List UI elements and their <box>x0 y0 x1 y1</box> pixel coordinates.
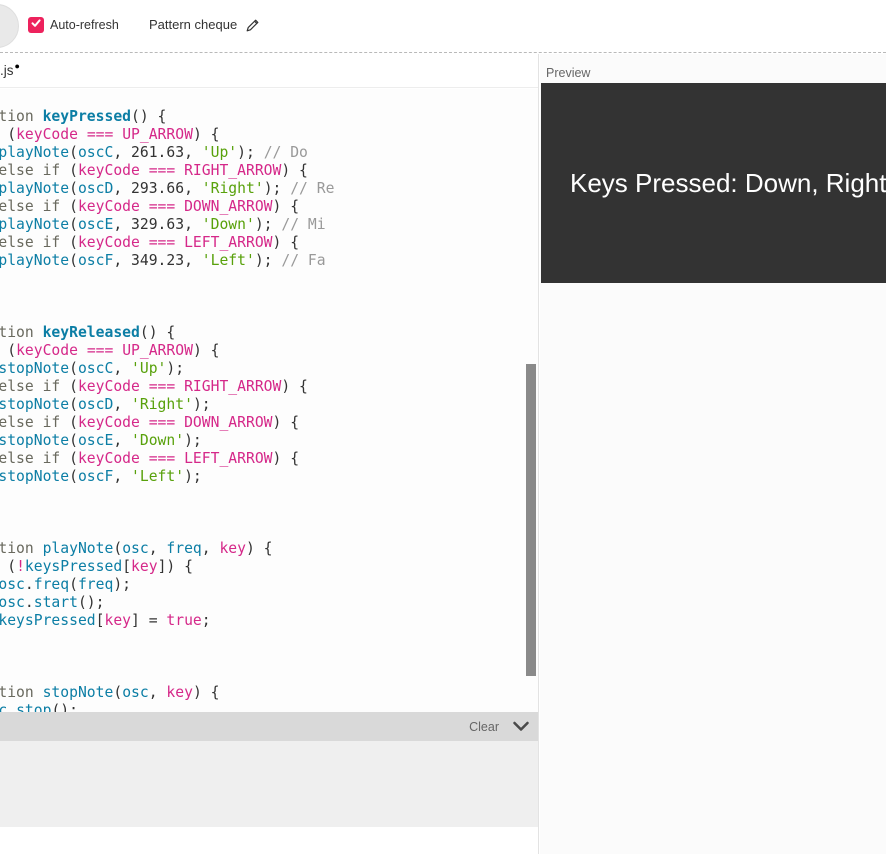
console-collapse-button[interactable] <box>511 720 531 734</box>
canvas-text: Keys Pressed: Down, Right, L <box>570 168 886 199</box>
code-line: playNote(oscC, 261.63, 'Up'); // Do <box>0 144 538 162</box>
code-line: playNote(oscF, 349.23, 'Left'); // Fa <box>0 252 538 270</box>
project-name: Pattern cheque <box>149 17 237 32</box>
sketch-canvas: Keys Pressed: Down, Right, L <box>541 83 886 283</box>
editor-pane: .js● function keyPressed() { if (keyCode… <box>0 54 539 854</box>
code-line: } <box>0 288 538 306</box>
file-tab-bar: .js● <box>0 54 538 88</box>
console-clear-button[interactable]: Clear <box>469 720 499 734</box>
code-line: playNote(oscE, 329.63, 'Down'); // Mi <box>0 216 538 234</box>
unsaved-indicator-dot: ● <box>15 61 20 71</box>
project-title-group: Pattern cheque <box>149 17 260 32</box>
code-line: stopNote(oscD, 'Right'); <box>0 396 538 414</box>
auto-refresh-checkbox[interactable] <box>28 17 44 33</box>
code-editor-lines: function keyPressed() { if (keyCode === … <box>0 89 538 712</box>
preview-header-label: Preview <box>540 54 886 80</box>
code-line: function playNote(osc, freq, key) { <box>0 540 538 558</box>
code-line: } else if (keyCode === LEFT_ARROW) { <box>0 450 538 468</box>
edit-pencil-icon[interactable] <box>246 18 260 32</box>
chevron-down-icon <box>511 720 531 734</box>
code-line: } <box>0 486 538 504</box>
code-line: function keyPressed() { <box>0 108 538 126</box>
preview-pane: Preview Keys Pressed: Down, Right, L <box>540 54 886 854</box>
code-line <box>0 522 538 540</box>
code-line: } <box>0 270 538 288</box>
code-line: } <box>0 504 538 522</box>
code-line: keysPressed[key] = true; <box>0 612 538 630</box>
console-header-bar: Clear <box>0 712 538 741</box>
editor-scrollbar-thumb[interactable] <box>526 364 536 676</box>
code-line: osc.stop(); <box>0 702 538 712</box>
tab-sketch-js[interactable]: .js● <box>0 61 20 78</box>
code-line: osc.freq(freq); <box>0 576 538 594</box>
code-line: } else if (keyCode === LEFT_ARROW) { <box>0 234 538 252</box>
code-line: } else if (keyCode === DOWN_ARROW) { <box>0 198 538 216</box>
code-line: function stopNote(osc, key) { <box>0 684 538 702</box>
code-line: stopNote(oscC, 'Up'); <box>0 360 538 378</box>
tab-label: .js <box>0 63 14 78</box>
code-line: if (!keysPressed[key]) { <box>0 558 538 576</box>
code-line: playNote(oscD, 293.66, 'Right'); // Re <box>0 180 538 198</box>
round-toolbar-button[interactable] <box>0 4 19 48</box>
code-line: if (keyCode === UP_ARROW) { <box>0 342 538 360</box>
code-line: stopNote(oscF, 'Left'); <box>0 468 538 486</box>
code-line <box>0 306 538 324</box>
code-line: } else if (keyCode === RIGHT_ARROW) { <box>0 378 538 396</box>
code-line: osc.start(); <box>0 594 538 612</box>
code-line: function keyReleased() { <box>0 324 538 342</box>
auto-refresh-label[interactable]: Auto-refresh <box>50 18 119 32</box>
code-line: } <box>0 630 538 648</box>
code-line: } else if (keyCode === DOWN_ARROW) { <box>0 414 538 432</box>
code-line: if (keyCode === UP_ARROW) { <box>0 126 538 144</box>
code-editor[interactable]: function keyPressed() { if (keyCode === … <box>0 89 538 712</box>
code-line: } <box>0 648 538 666</box>
console-output-area <box>0 741 538 827</box>
code-line <box>0 666 538 684</box>
code-line: stopNote(oscE, 'Down'); <box>0 432 538 450</box>
top-toolbar: Auto-refresh Pattern cheque <box>0 0 886 53</box>
checkmark-icon <box>30 16 42 34</box>
code-line: } else if (keyCode === RIGHT_ARROW) { <box>0 162 538 180</box>
